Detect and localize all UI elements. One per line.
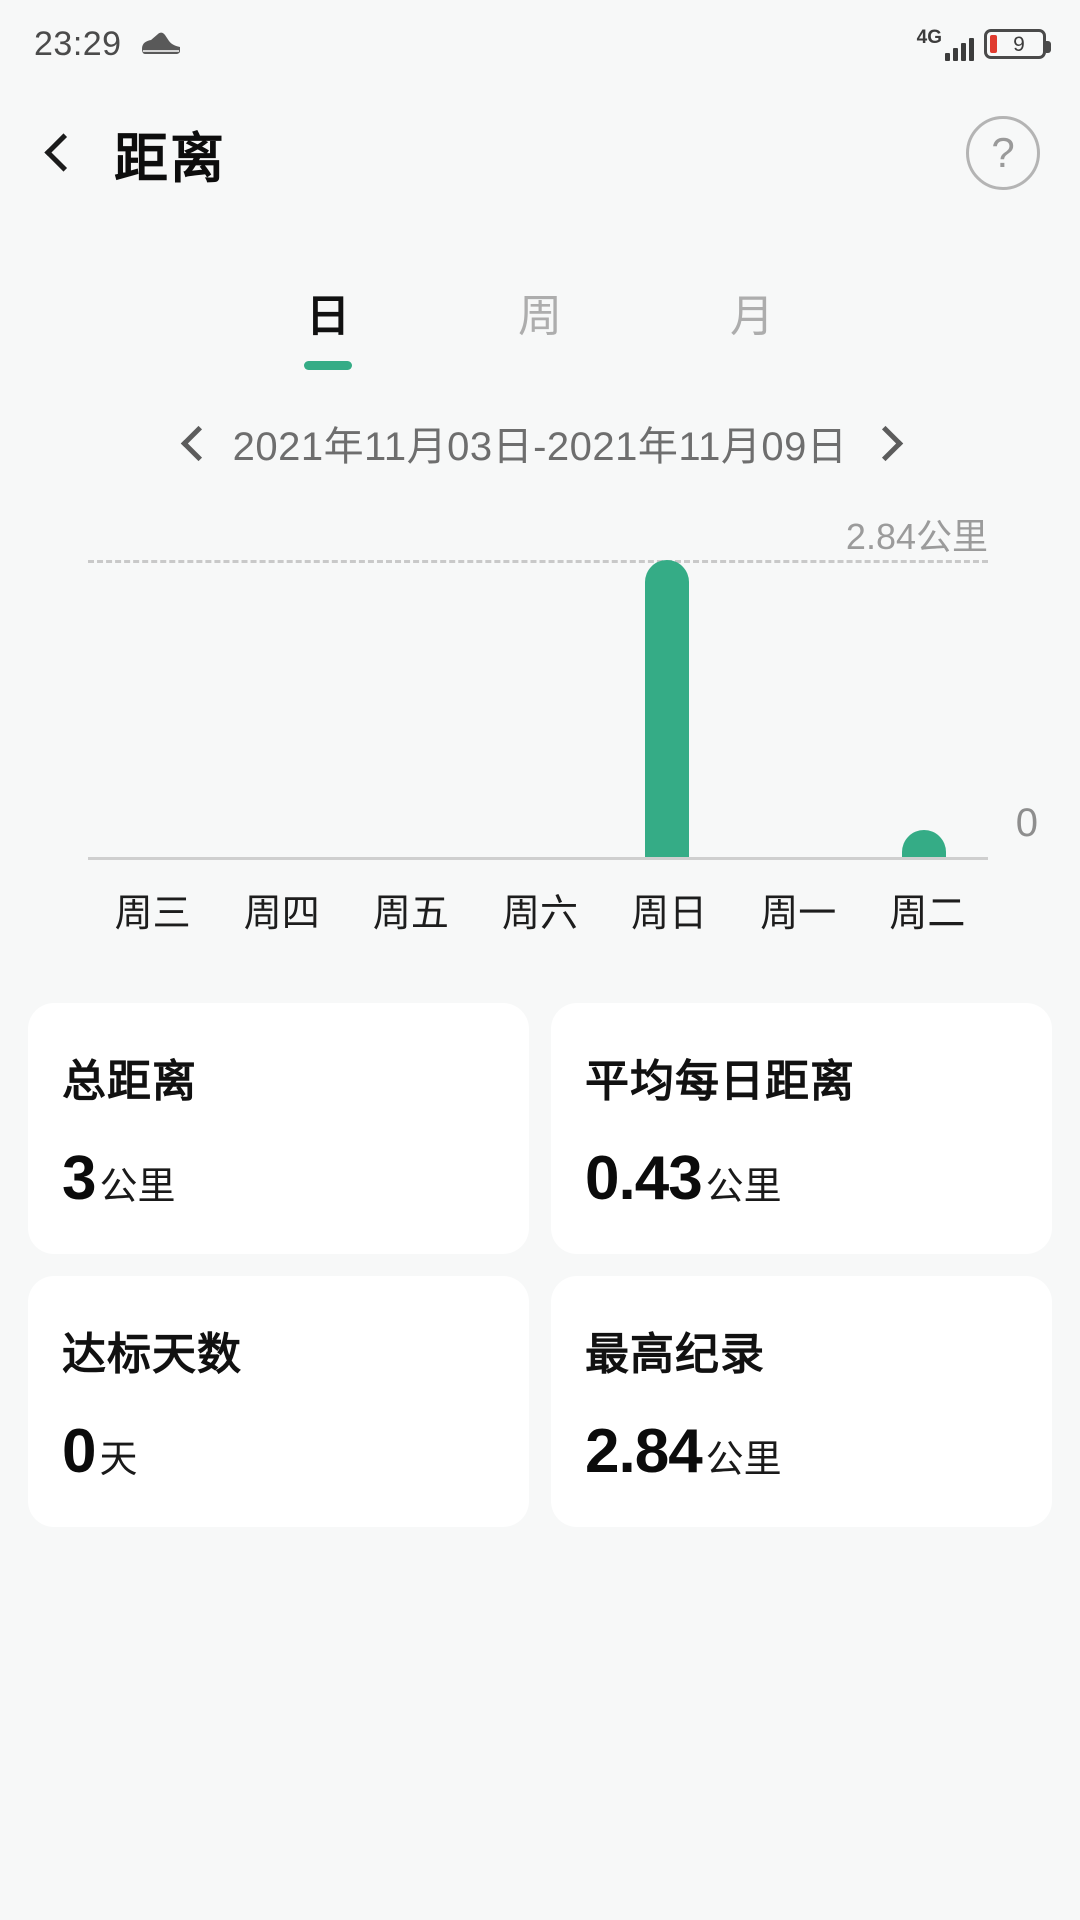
question-mark-icon[interactable]: ?	[966, 116, 1040, 190]
chart-x-label: 周一	[760, 893, 837, 935]
chart-bar-slot[interactable]	[345, 560, 474, 857]
period-tabs: 日 周 月	[0, 280, 1080, 370]
date-range-selector: 2021年11月03日-2021年11月09日	[0, 414, 1080, 472]
stat-card[interactable]: 最高纪录 2.84 公里	[551, 1276, 1052, 1527]
stat-card-number: 3	[62, 1144, 96, 1213]
nav-header-left: 距离	[40, 114, 226, 193]
signal-bars-icon	[945, 35, 974, 61]
chart-zero-label: 0	[1015, 801, 1038, 845]
chart-x-label: 周四	[243, 893, 320, 935]
chart-x-label: 周六	[501, 893, 578, 935]
distance-chart: 2.84公里 0 周三 周四 周五 周六 周日 周一 周二	[0, 516, 1080, 937]
chart-bar-slot[interactable]	[217, 560, 346, 857]
chart-x-label: 周二	[889, 893, 966, 935]
network-type-label: 4G	[916, 26, 942, 48]
chart-x-axis: 周三 周四 周五 周六 周日 周一 周二	[36, 882, 1044, 937]
stat-card-title: 平均每日距离	[585, 1057, 855, 1106]
stat-card[interactable]: 平均每日距离 0.43 公里	[551, 1003, 1052, 1254]
chevron-left-icon[interactable]	[181, 430, 207, 456]
stat-card-number: 2.84	[585, 1417, 703, 1486]
stat-card-value: 0天	[62, 1416, 495, 1487]
stat-card-value: 0.43 公里	[585, 1143, 1018, 1214]
chart-plot-area: 2.84公里 0	[36, 516, 1044, 860]
chart-x-label: 周日	[631, 893, 708, 935]
chart-bar-slot[interactable]	[474, 560, 603, 857]
tab-week-label: 周	[518, 292, 562, 341]
back-chevron-icon[interactable]	[40, 136, 74, 170]
chart-bar-slot[interactable]	[602, 560, 731, 857]
battery-fill	[990, 35, 997, 53]
stat-card-unit: 公里	[99, 1166, 176, 1208]
stat-card-value: 3 公里	[62, 1143, 495, 1214]
shoe-icon	[140, 28, 182, 61]
chart-bars	[88, 560, 988, 857]
chart-x-label: 周五	[372, 893, 449, 935]
chevron-right-icon[interactable]	[873, 430, 899, 456]
battery-icon: 9	[984, 29, 1051, 59]
signal-indicator: 4G	[917, 28, 974, 61]
chart-max-label: 2.84公里	[845, 516, 988, 557]
chart-bar[interactable]	[644, 560, 689, 857]
stat-card-unit: 天	[99, 1439, 138, 1481]
tab-day-label: 日	[306, 292, 350, 341]
stat-card-number: 0.43	[585, 1144, 703, 1213]
stat-card-title: 总距离	[62, 1057, 197, 1106]
stat-card-unit: 公里	[705, 1166, 782, 1208]
stat-cards-grid: 总距离 3 公里 平均每日距离 0.43 公里 达标天数 0 天最高纪录 2.84 公里	[0, 1003, 1080, 1527]
tab-week[interactable]: 周	[434, 280, 646, 370]
status-bar-left: 23:29	[34, 25, 182, 64]
battery-level-label: 9	[1013, 32, 1025, 56]
stat-card-title: 最高纪录	[585, 1330, 765, 1379]
stat-card-number: 0	[62, 1417, 96, 1486]
stat-card-unit: 公里	[705, 1439, 782, 1481]
date-range-label: 2021年11月03日-2021年11月09日	[232, 425, 848, 469]
tab-month-label: 月	[730, 292, 774, 341]
chart-bar[interactable]	[901, 830, 946, 857]
status-bar-right: 4G 9	[917, 28, 1051, 61]
page-title: 距离	[114, 128, 226, 189]
tab-month[interactable]: 月	[646, 280, 858, 370]
chart-bar-slot[interactable]	[88, 560, 217, 857]
stat-card[interactable]: 总距离 3 公里	[28, 1003, 529, 1254]
chart-bar-slot[interactable]	[859, 560, 988, 857]
nav-header: 距离 ?	[0, 88, 1080, 218]
status-time: 23:29	[34, 24, 122, 63]
stat-card-value: 2.84 公里	[585, 1416, 1018, 1487]
chart-bar-slot[interactable]	[731, 560, 860, 857]
stat-card[interactable]: 达标天数 0 天	[28, 1276, 529, 1527]
chart-baseline	[88, 857, 988, 860]
stat-card-title: 达标天数	[62, 1330, 242, 1379]
chart-x-label: 周三	[114, 893, 191, 935]
tab-day[interactable]: 日	[222, 280, 434, 370]
status-bar: 23:29 4G 9	[0, 0, 1080, 88]
